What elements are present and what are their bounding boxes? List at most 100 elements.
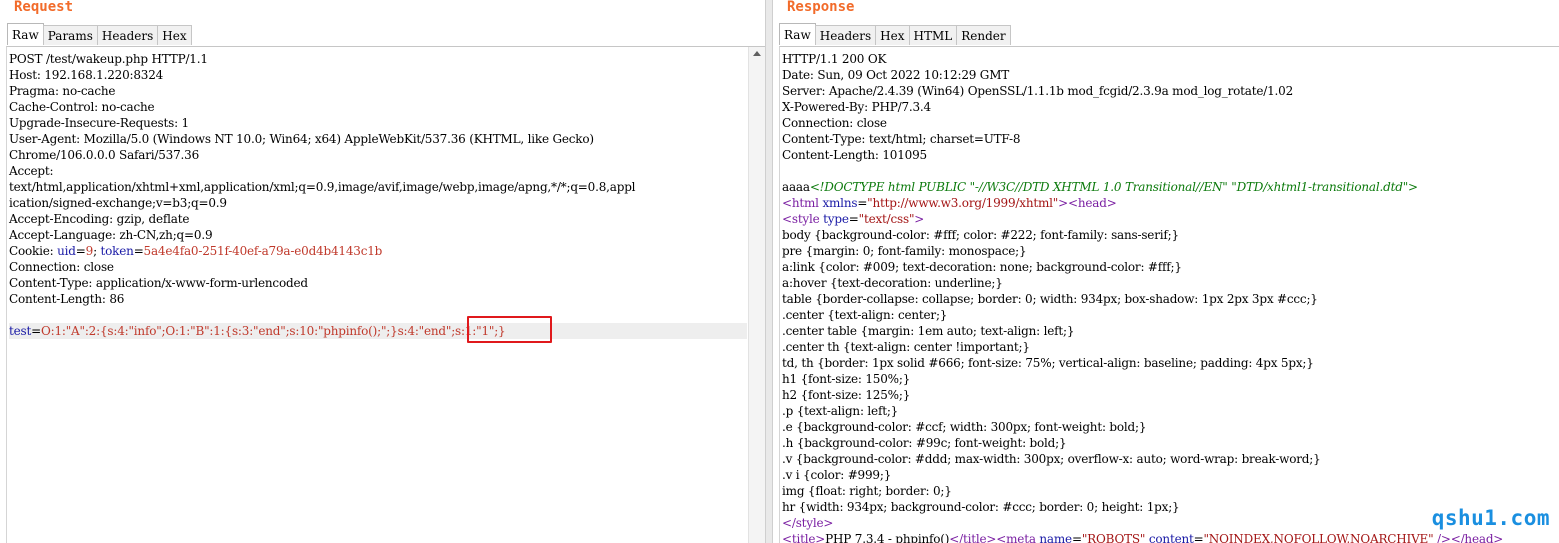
response-token: .v {background-color: #ddd; max-width: 3… [782,452,1321,466]
response-token: <title> [782,532,826,543]
response-token: <style [782,212,824,226]
highlight-box [467,316,552,343]
tab-hex[interactable]: Hex [157,25,192,45]
tab-hex[interactable]: Hex [875,25,910,45]
response-token: aaaa [782,180,810,194]
request-token: Accept: [9,164,54,178]
response-line: h1 {font-size: 150%;} [782,371,1559,387]
request-token: Host: 192.168.1.220:8324 [9,68,164,82]
response-line: .v i {color: #999;} [782,467,1559,483]
tab-raw[interactable]: Raw [7,23,44,45]
response-line: HTTP/1.1 200 OK [782,51,1559,67]
request-line: Cache-Control: no-cache [9,99,747,115]
request-token: ication/signed-exchange;v=b3;q=0.9 [9,196,227,210]
request-token: Chrome/106.0.0.0 Safari/537.36 [9,148,200,162]
response-token: content [1148,532,1194,543]
request-token: Cookie: [9,244,58,258]
response-token: .h {background-color: #99c; font-weight:… [782,436,1067,450]
response-title: Response [787,0,855,15]
request-token: Pragma: no-cache [9,84,116,98]
request-text[interactable]: POST /test/wakeup.php HTTP/1.1 Host: 192.… [9,51,747,339]
response-token: img {float: right; border: 0;} [782,484,952,498]
response-token: </style> [782,516,834,530]
response-line: Server: Apache/2.4.39 (Win64) OpenSSL/1.… [782,83,1559,99]
response-token: ><head> [1058,196,1117,210]
request-token: test [9,324,32,338]
response-token: name [1039,532,1072,543]
response-token: h2 {font-size: 125%;} [782,388,911,402]
response-token: "text/css" [858,212,915,226]
panel-divider[interactable] [765,0,773,543]
response-token: "ROBOTS" [1081,532,1146,543]
response-token: a:hover {text-decoration: underline;} [782,276,1003,290]
response-token: = [848,212,859,226]
request-scrollbar[interactable] [748,47,765,543]
request-token: text/html,application/xhtml+xml,applicat… [9,180,636,194]
response-token: Server: Apache/2.4.39 (Win64) OpenSSL/1.… [782,84,1294,98]
response-token: Content-Type: text/html; charset=UTF-8 [782,132,1021,146]
response-line: .e {background-color: #ccf; width: 300px… [782,419,1559,435]
response-line: a:link {color: #009; text-decoration: no… [782,259,1559,275]
response-line: .p {text-align: left;} [782,403,1559,419]
response-token: .e {background-color: #ccf; width: 300px… [782,420,1147,434]
request-token: 5a4e4fa0-251f-40ef-a79a-e0d4b4143c1b [143,244,383,258]
response-token: Connection: close [782,116,887,130]
tab-params[interactable]: Params [42,25,98,45]
request-line: ication/signed-exchange;v=b3;q=0.9 [9,195,747,211]
response-line: Content-Length: 101095 [782,147,1559,163]
request-token: Upgrade-Insecure-Requests: 1 [9,116,189,130]
response-line: pre {margin: 0; font-family: monospace;} [782,243,1559,259]
response-token: table {border-collapse: collapse; border… [782,292,1318,306]
response-token: <html [782,196,823,210]
response-token: pre {margin: 0; font-family: monospace;} [782,244,1027,258]
tab-html[interactable]: HTML [908,25,958,45]
response-line: Date: Sun, 09 Oct 2022 10:12:29 GMT [782,67,1559,83]
response-line: img {float: right; border: 0;} [782,483,1559,499]
response-editor[interactable]: HTTP/1.1 200 OK Date: Sun, 09 Oct 2022 10… [779,46,1559,543]
response-token: > [914,212,925,226]
tab-raw[interactable]: Raw [779,23,816,45]
request-token: O:1:"A":2:{s:4:"info";O:1:"B":1:{s:3:"en… [40,324,506,338]
request-line: Pragma: no-cache [9,83,747,99]
response-line: <style type="text/css"> [782,211,1559,227]
response-token: /></head> [1433,532,1504,543]
scroll-up-icon[interactable] [753,51,761,56]
response-token: PHP 7.3.4 - phpinfo() [825,532,950,543]
tab-headers[interactable]: Headers [814,25,877,45]
request-line: Accept: [9,163,747,179]
response-token: xmlns [822,196,858,210]
request-panel: Request Raw Params Headers Hex POST /tes… [0,0,765,543]
response-token: .center th {text-align: center !importan… [782,340,1030,354]
request-line: POST /test/wakeup.php HTTP/1.1 [9,51,747,67]
response-text[interactable]: HTTP/1.1 200 OK Date: Sun, 09 Oct 2022 10… [782,51,1559,543]
response-line: table {border-collapse: collapse; border… [782,291,1559,307]
request-token: POST /test/wakeup.php HTTP/1.1 [9,52,208,66]
response-token: td, th {border: 1px solid #666; font-siz… [782,356,1314,370]
request-line: Accept-Encoding: gzip, deflate [9,211,747,227]
response-line: td, th {border: 1px solid #666; font-siz… [782,355,1559,371]
response-token: HTTP/1.1 200 OK [782,52,887,66]
response-token: h1 {font-size: 150%;} [782,372,911,386]
request-line: Host: 192.168.1.220:8324 [9,67,747,83]
request-token: uid [57,244,76,258]
request-token: 9 [85,244,94,258]
tab-headers[interactable]: Headers [96,25,159,45]
response-token: Date: Sun, 09 Oct 2022 10:12:29 GMT [782,68,1010,82]
request-editor[interactable]: POST /test/wakeup.php HTTP/1.1 Host: 192.… [6,46,765,543]
response-line: Content-Type: text/html; charset=UTF-8 [782,131,1559,147]
response-token: </title><meta [949,532,1040,543]
response-panel: Response Raw Headers Hex HTML Render HTT… [773,0,1559,543]
watermark: qshu1.com [1431,506,1550,530]
response-line: Connection: close [782,115,1559,131]
response-token: .v i {color: #999;} [782,468,892,482]
request-line: Upgrade-Insecure-Requests: 1 [9,115,747,131]
request-token: Accept-Language: zh-CN,zh;q=0.9 [9,228,213,242]
request-line: Content-Length: 86 [9,291,747,307]
response-token: .center table {margin: 1em auto; text-al… [782,324,1075,338]
tab-render[interactable]: Render [956,25,1011,45]
response-line: .center {text-align: center;} [782,307,1559,323]
response-line: h2 {font-size: 125%;} [782,387,1559,403]
response-line: .center th {text-align: center !importan… [782,339,1559,355]
response-token: a:link {color: #009; text-decoration: no… [782,260,1182,274]
response-token: hr {width: 934px; background-color: #ccc… [782,500,1180,514]
